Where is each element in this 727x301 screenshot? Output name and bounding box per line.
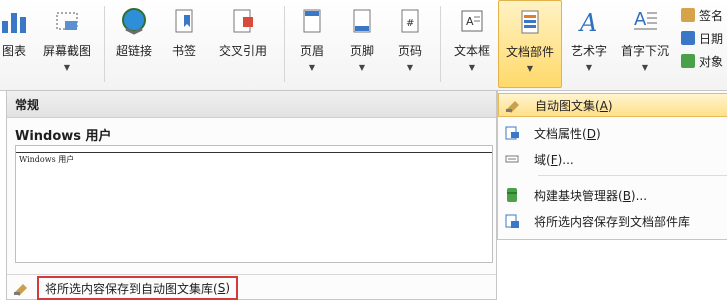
chevron-down-icon: ▼ — [63, 63, 71, 72]
save-selection-to-autotext-gallery[interactable]: 将所选内容保存到自动图文集库(S) — [7, 274, 496, 301]
chevron-down-icon: ▼ — [526, 64, 534, 73]
menu-item-save-to-quick-parts-gallery[interactable]: 将所选内容保存到文档部件库 — [498, 209, 727, 233]
autotext-icon — [505, 97, 521, 113]
svg-text:#: # — [406, 18, 414, 29]
bookmark-icon — [168, 4, 200, 38]
screenshot-button[interactable]: 屏幕截图 ▼ — [34, 0, 100, 88]
drop-cap-button[interactable]: A 首字下沉 ▼ — [614, 0, 676, 88]
bookmark-button[interactable]: 书签 — [164, 0, 204, 88]
quick-parts-icon — [514, 5, 546, 39]
footer-button[interactable]: 页脚 ▼ — [342, 0, 382, 88]
chevron-down-icon: ▼ — [308, 63, 316, 72]
group-divider — [440, 6, 441, 82]
date-time-icon — [681, 31, 695, 45]
header-icon — [296, 4, 328, 38]
header-button[interactable]: 页眉 ▼ — [292, 0, 332, 88]
group-divider — [284, 6, 285, 82]
quick-parts-menu: 自动图文集(A) 文档属性(D) 域(F)... 构建基块管理器(B)... 将… — [497, 90, 727, 240]
text-box-icon: A — [456, 4, 488, 38]
gallery-section-header: 常规 — [7, 91, 496, 118]
field-icon — [504, 151, 520, 167]
hyperlink-icon — [118, 4, 150, 38]
menu-item-document-property[interactable]: 文档属性(D) — [498, 121, 727, 145]
text-box-button[interactable]: A 文本框 ▼ — [446, 0, 498, 88]
screenshot-icon — [51, 4, 83, 38]
chart-button[interactable]: 图表 — [0, 0, 36, 88]
autotext-entry-name[interactable]: Windows 用户 — [15, 125, 112, 144]
footer-icon — [346, 4, 378, 38]
autotext-entry-preview[interactable]: Windows 用户 — [15, 145, 493, 263]
preview-rule — [16, 152, 492, 153]
page-number-icon: # — [394, 4, 426, 38]
ribbon: 图表 屏幕截图 ▼ 超链接 书签 交叉引用 页眉 ▼ 页脚 ▼ # 页码 ▼ A… — [0, 0, 727, 91]
group-divider — [104, 6, 105, 82]
drop-cap-icon: A — [629, 4, 661, 38]
save-to-gallery-icon — [13, 280, 29, 296]
menu-item-field[interactable]: 域(F)... — [498, 147, 727, 171]
chevron-down-icon: ▼ — [468, 63, 476, 72]
signature-button[interactable]: 签名 — [681, 4, 723, 26]
chevron-down-icon: ▼ — [358, 63, 366, 72]
chevron-down-icon: ▼ — [406, 63, 414, 72]
chart-icon — [0, 4, 30, 38]
object-icon — [681, 54, 695, 68]
svg-text:A: A — [466, 15, 474, 28]
chevron-down-icon: ▼ — [585, 63, 593, 72]
menu-divider — [538, 175, 727, 176]
autotext-gallery: 常规 Windows 用户 Windows 用户 将所选内容保存到自动图文集库(… — [6, 90, 497, 300]
cross-reference-button[interactable]: 交叉引用 — [208, 0, 278, 88]
signature-icon — [681, 8, 695, 22]
cross-reference-icon — [227, 4, 259, 38]
wordart-button[interactable]: A 艺术字 ▼ — [564, 0, 614, 88]
wordart-icon: A — [573, 4, 605, 38]
svg-text:A: A — [634, 9, 647, 30]
svg-text:A: A — [578, 9, 597, 35]
hyperlink-button[interactable]: 超链接 — [108, 0, 160, 88]
quick-parts-button[interactable]: 文档部件 ▼ — [498, 0, 562, 88]
object-button[interactable]: 对象 — [681, 50, 723, 72]
building-blocks-icon — [504, 187, 520, 203]
save-to-gallery-icon — [504, 213, 520, 229]
menu-item-autotext[interactable]: 自动图文集(A) — [498, 93, 727, 117]
date-time-button[interactable]: 日期 — [681, 27, 723, 49]
document-property-icon — [504, 125, 520, 141]
page-number-button[interactable]: # 页码 ▼ — [390, 0, 430, 88]
chevron-down-icon: ▼ — [641, 63, 649, 72]
save-selection-highlight[interactable]: 将所选内容保存到自动图文集库(S) — [37, 276, 238, 300]
menu-item-building-blocks-organizer[interactable]: 构建基块管理器(B)... — [498, 183, 727, 207]
preview-text: Windows 用户 — [19, 155, 75, 164]
